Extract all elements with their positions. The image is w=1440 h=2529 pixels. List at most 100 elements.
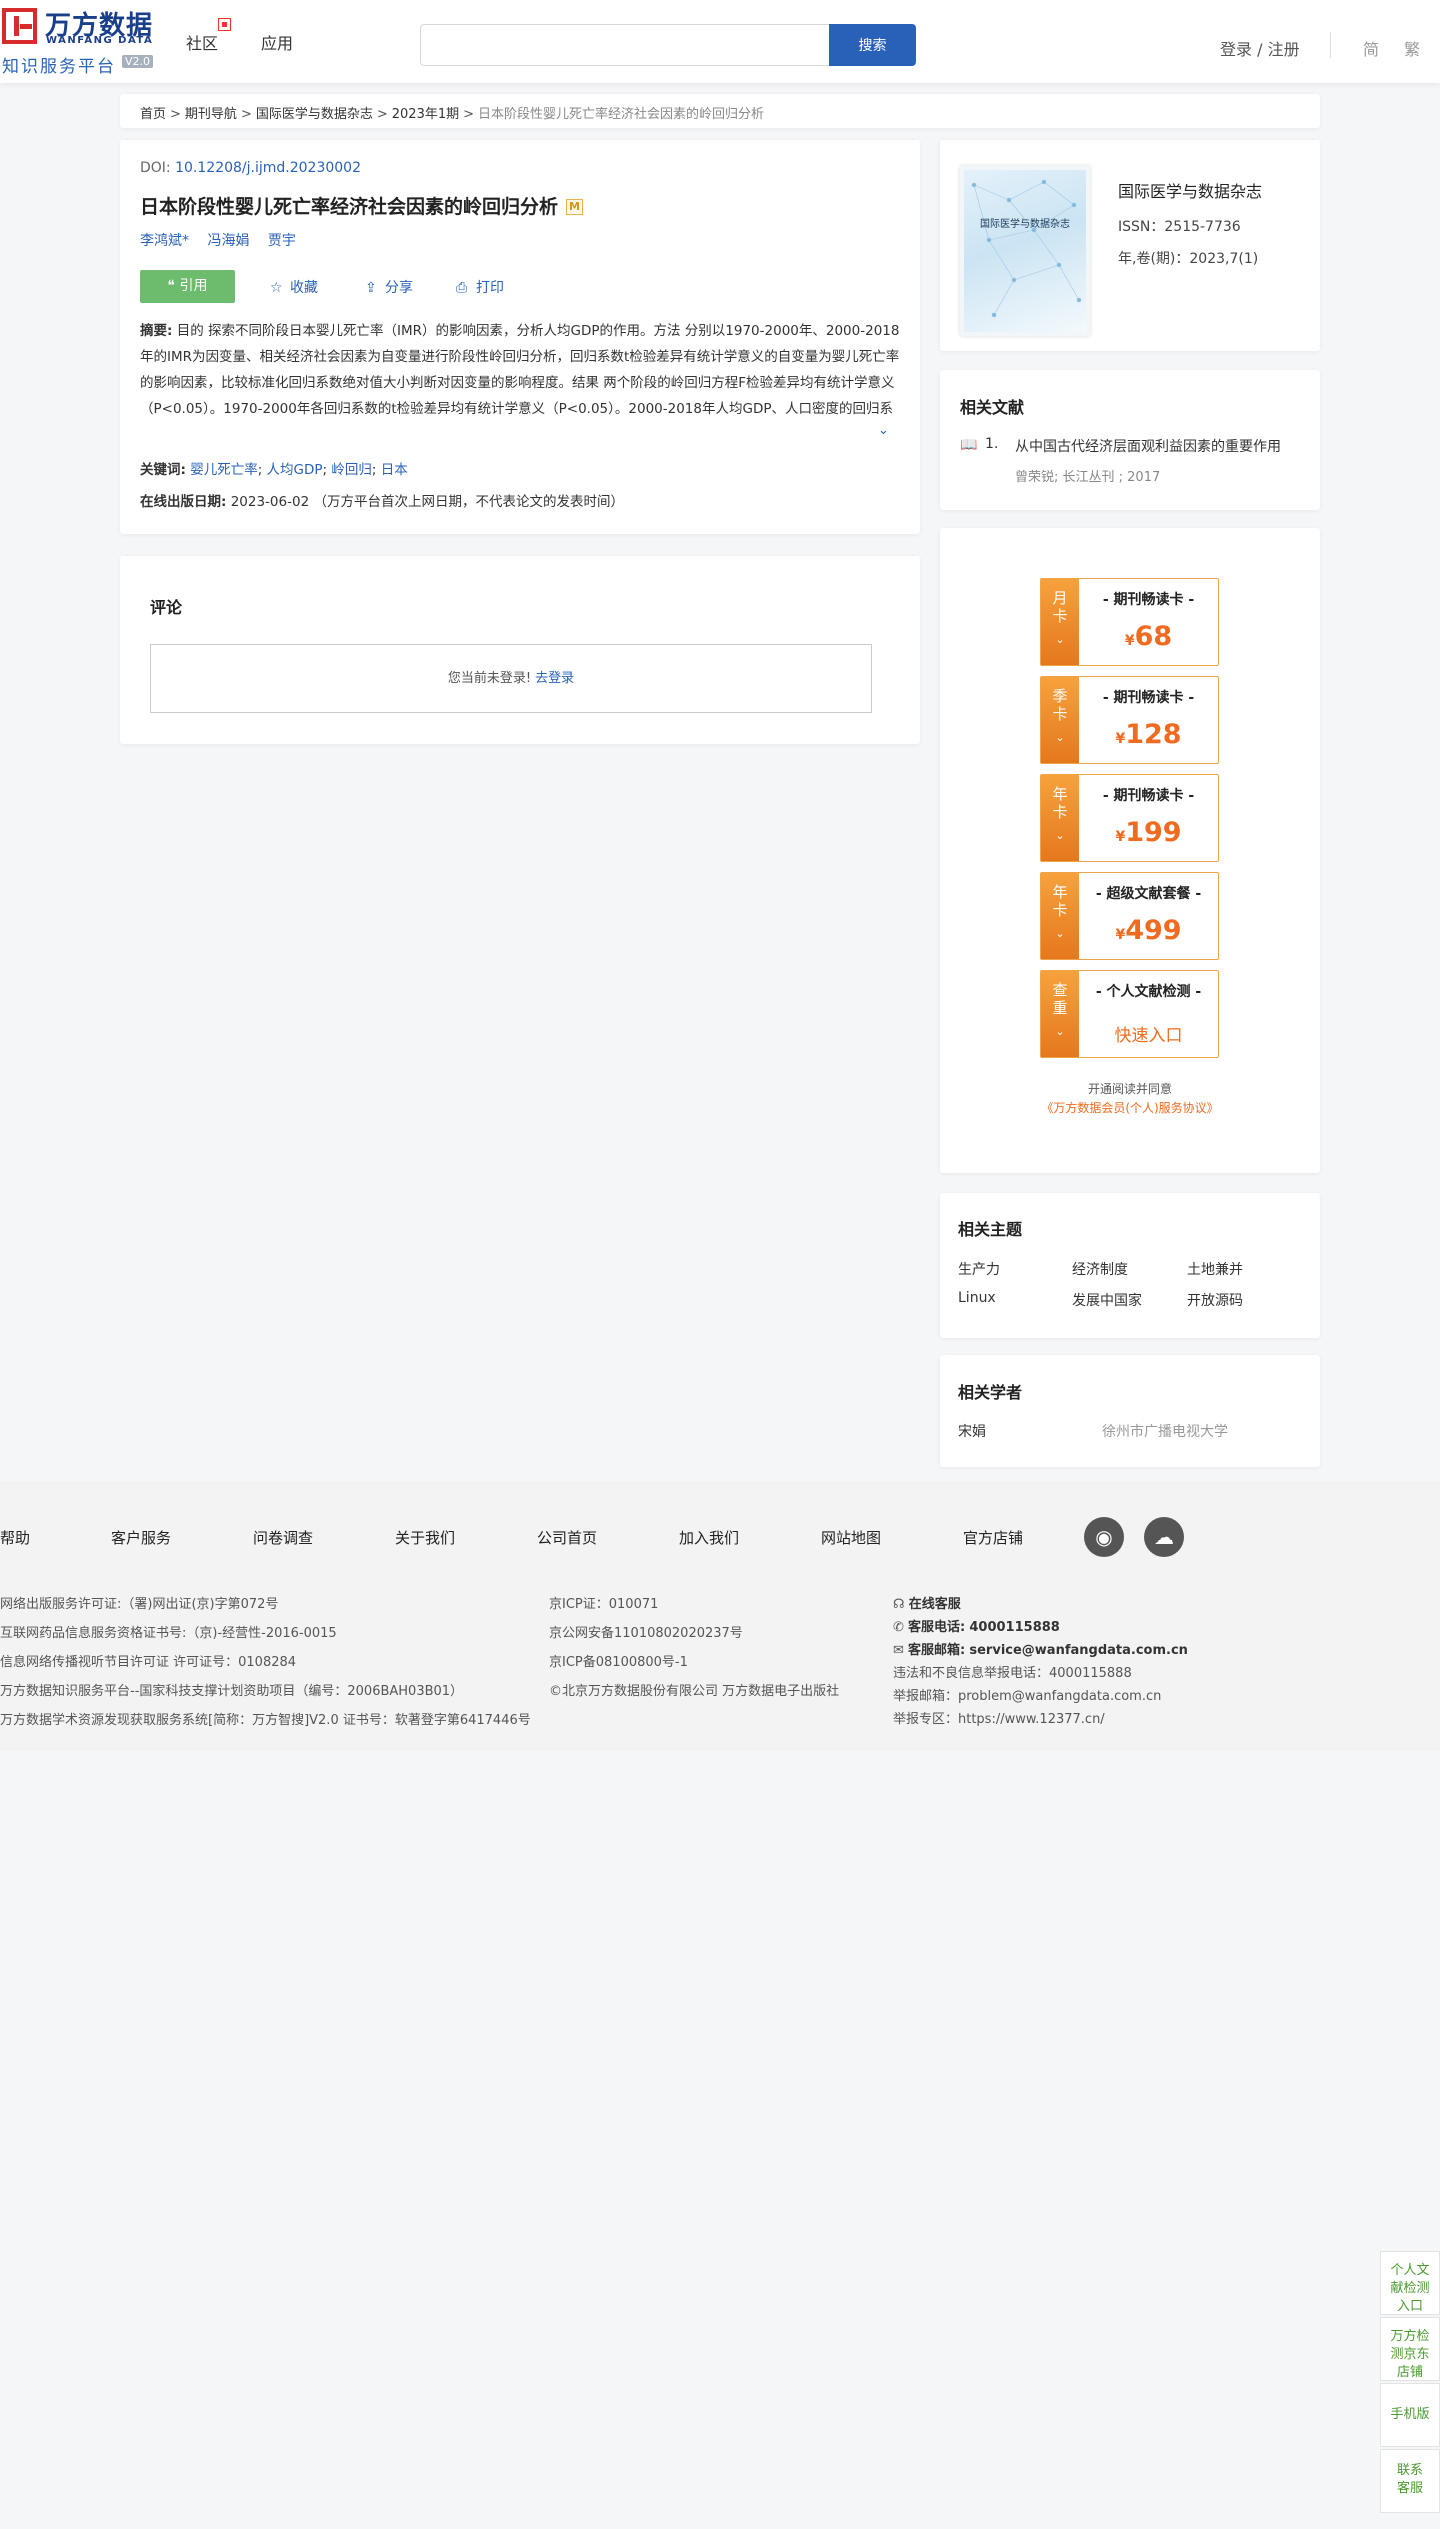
scholar-name[interactable]: 宋娟 xyxy=(958,1421,986,1441)
footer-online-service[interactable]: ☊ 在线客服 xyxy=(893,1593,961,1612)
expand-chevron-icon[interactable]: ⌄ xyxy=(878,423,889,438)
promo-tab-label: 季卡 xyxy=(1052,687,1068,723)
author-link[interactable]: 贾宇 xyxy=(268,233,296,249)
double-chevron-down-icon: ⌄ xyxy=(1055,633,1065,646)
footer-license: 万方数据知识服务平台--国家科技支撑计划资助项目（编号：2006BAH03B01… xyxy=(0,1684,464,1699)
promo-price: ¥199 xyxy=(1079,817,1218,848)
breadcrumb-sep: > xyxy=(240,107,252,122)
footer-company-home[interactable]: 公司首页 xyxy=(537,1527,597,1548)
wechat-icon[interactable]: ☁ xyxy=(1144,1517,1184,1557)
keyword-link[interactable]: 婴儿死亡率 xyxy=(190,462,258,478)
article-title-text: 日本阶段性婴儿死亡率经济社会因素的岭回归分析 xyxy=(140,196,559,218)
cite-label: 引用 xyxy=(179,278,208,294)
footer-join-us[interactable]: 加入我们 xyxy=(679,1527,739,1548)
footer-license: 互联网药品信息服务资格证书号:（京)-经营性-2016-0015 xyxy=(0,1626,337,1641)
abstract-label: 摘要: xyxy=(140,323,173,339)
search-button[interactable]: 搜索 xyxy=(829,24,916,66)
promo-head: - 期刊畅读卡 - xyxy=(1102,788,1195,804)
topic-link[interactable]: 发展中国家 xyxy=(1072,1290,1142,1310)
breadcrumb-journal[interactable]: 国际医学与数据杂志 xyxy=(256,107,373,122)
nav-apps[interactable]: 应用 xyxy=(261,30,293,54)
print-button[interactable]: ⎙ 打印 xyxy=(456,277,504,297)
promo-card-yearly[interactable]: 年卡 ⌄ - 期刊畅读卡 - ¥199 xyxy=(1040,774,1219,862)
related-item-link[interactable]: 从中国古代经济层面观利益因素的重要作用 xyxy=(1015,436,1281,456)
nav-community[interactable]: 社区 xyxy=(186,30,218,54)
footer-report-site[interactable]: 举报专区：https://www.12377.cn/ xyxy=(893,1708,1105,1727)
mail-icon: ✉ xyxy=(893,1643,909,1658)
float-plagiarism-entry[interactable]: 个人文献检测入口 xyxy=(1380,2251,1440,2315)
cover-network-graphic xyxy=(971,179,1082,318)
pubdate-label: 在线出版日期: xyxy=(140,494,227,510)
online-service-label: 在线客服 xyxy=(908,1597,961,1612)
new-badge-icon xyxy=(218,18,231,31)
author-link[interactable]: 冯海娟 xyxy=(207,233,249,249)
promo-card-monthly[interactable]: 月卡 ⌄ - 期刊畅读卡 - ¥68 xyxy=(1040,578,1219,666)
journal-year-issue: 年,卷(期)：2023,7(1) xyxy=(1118,251,1259,267)
favorite-button[interactable]: ☆ 收藏 xyxy=(270,277,318,297)
footer-help[interactable]: 帮助 xyxy=(0,1527,30,1548)
breadcrumb-issue[interactable]: 2023年1期 xyxy=(392,107,459,122)
promo-tab: 年卡 ⌄ xyxy=(1041,873,1079,959)
footer-customer-service[interactable]: 客户服务 xyxy=(111,1527,171,1548)
scholars-title: 相关学者 xyxy=(958,1383,1023,1402)
footer-survey[interactable]: 问卷调查 xyxy=(253,1527,313,1548)
topic-link[interactable]: 生产力 xyxy=(958,1259,1000,1279)
journal-issn: ISSN：2515-7736 xyxy=(1118,219,1241,235)
comment-login-box: 您当前未登录! 去登录 xyxy=(150,644,872,713)
breadcrumb-home[interactable]: 首页 xyxy=(140,107,166,122)
promo-head: - 超级文献套餐 - xyxy=(1095,886,1202,902)
cover-title: 国际医学与数据杂志 xyxy=(980,219,1070,230)
keyword-link[interactable]: 日本 xyxy=(381,462,408,478)
promo-card-super-package[interactable]: 年卡 ⌄ - 超级文献套餐 - ¥499 xyxy=(1040,872,1219,960)
footer-about[interactable]: 关于我们 xyxy=(395,1527,455,1548)
article-title: 日本阶段性婴儿死亡率经济社会因素的岭回归分析 M xyxy=(140,192,584,219)
journal-name[interactable]: 国际医学与数据杂志 xyxy=(1118,178,1262,202)
comment-section: 评论 您当前未登录! 去登录 xyxy=(120,556,920,744)
keyword-link[interactable]: 岭回归 xyxy=(331,462,372,478)
go-login-link[interactable]: 去登录 xyxy=(535,671,574,686)
footer-license: 万方数据学术资源发现获取服务系统[简称：万方智搜]V2.0 证书号：软著登字第6… xyxy=(0,1713,531,1728)
related-topics: 相关主题 生产力 经济制度 土地兼并 Linux 发展中国家 开放源码 xyxy=(940,1193,1320,1338)
price-value: 499 xyxy=(1125,915,1182,946)
star-icon: ☆ xyxy=(270,280,283,296)
search-input[interactable] xyxy=(420,24,830,66)
top-header: 万方数据 WANFANG DATA 知识服务平台 V2.0 社区 应用 搜索 登… xyxy=(0,0,1440,83)
comment-title: 评论 xyxy=(150,598,183,617)
login-register-link[interactable]: 登录 / 注册 xyxy=(1220,36,1300,60)
double-chevron-down-icon: ⌄ xyxy=(1055,927,1065,940)
lang-traditional[interactable]: 繁 xyxy=(1404,36,1420,60)
float-mobile-version[interactable]: 手机版 xyxy=(1380,2383,1440,2447)
abstract: 摘要: 目的 探索不同阶段日本婴儿死亡率（IMR）的影响因素，分析人均GDP的作… xyxy=(140,318,900,426)
doi-link[interactable]: 10.12208/j.ijmd.20230002 xyxy=(175,160,361,176)
keyword-link[interactable]: 人均GDP xyxy=(267,462,323,478)
currency: ¥ xyxy=(1115,731,1126,747)
topic-link[interactable]: Linux xyxy=(958,1290,996,1306)
lang-simplified[interactable]: 简 xyxy=(1363,36,1379,60)
breadcrumb-journals[interactable]: 期刊导航 xyxy=(185,107,237,122)
promo-card-plagiarism-check[interactable]: 查重 ⌄ - 个人文献检测 - 快速入口 xyxy=(1040,970,1219,1058)
promo-card-quarterly[interactable]: 季卡 ⌄ - 期刊畅读卡 - ¥128 xyxy=(1040,676,1219,764)
abstract-text: 目的 探索不同阶段日本婴儿死亡率（IMR）的影响因素，分析人均GDP的作用。方法… xyxy=(140,323,900,417)
footer-license: 信息网络传播视听节目许可证 许可证号：0108284 xyxy=(0,1655,297,1670)
footer-official-store[interactable]: 官方店铺 xyxy=(963,1527,1023,1548)
footer-phone: ✆ 客服电话: 4000115888 xyxy=(893,1616,1060,1635)
topic-link[interactable]: 经济制度 xyxy=(1072,1259,1128,1279)
service-agreement-link[interactable]: 《万方数据会员(个人)服务协议》 xyxy=(940,1099,1320,1116)
promo-tab-label: 年卡 xyxy=(1052,883,1068,919)
double-chevron-down-icon: ⌄ xyxy=(1055,829,1065,842)
logo-text-en: WANFANG DATA xyxy=(46,35,154,46)
topic-link[interactable]: 开放源码 xyxy=(1187,1290,1243,1310)
author-link[interactable]: 李鸿斌* xyxy=(140,233,189,249)
share-button[interactable]: ⇪ 分享 xyxy=(365,277,413,297)
float-contact-service[interactable]: 联系客服 xyxy=(1380,2449,1440,2513)
weibo-icon[interactable]: ◉ xyxy=(1084,1517,1124,1557)
breadcrumb-sep: > xyxy=(463,107,475,122)
journal-card: 国际医学与数据杂志 国际医学与数据杂志 ISSN：2515-7736 年,卷(期… xyxy=(940,140,1320,351)
journal-cover[interactable]: 国际医学与数据杂志 xyxy=(960,166,1090,336)
cite-button[interactable]: ❝ 引用 xyxy=(140,270,235,303)
float-jd-store[interactable]: 万方检测京东店铺 xyxy=(1380,2317,1440,2381)
footer-sitemap[interactable]: 网站地图 xyxy=(821,1527,881,1548)
quick-entry-link: 快速入口 xyxy=(1114,1026,1183,1046)
phone-value: 4000115888 xyxy=(969,1620,1060,1635)
topic-link[interactable]: 土地兼并 xyxy=(1187,1259,1243,1279)
